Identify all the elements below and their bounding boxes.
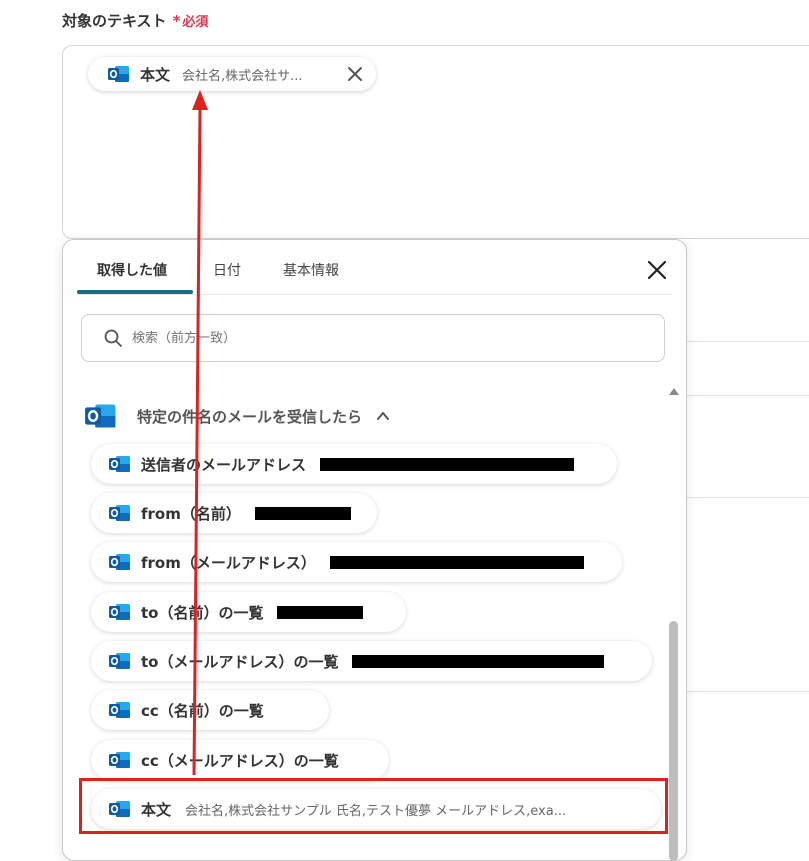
group-title: 特定の件名のメールを受信したら xyxy=(137,407,363,426)
scroll-up-arrow[interactable] xyxy=(669,388,679,395)
search-input[interactable] xyxy=(130,329,614,347)
item-label: to（名前）の一覧 xyxy=(141,603,264,622)
list-item[interactable]: cc（メールアドレス）の一覧 xyxy=(91,740,389,780)
list-item[interactable]: to（メールアドレス）の一覧 xyxy=(91,641,652,681)
list-item[interactable]: from（メールアドレス） xyxy=(91,542,622,582)
outlook-icon xyxy=(109,604,130,620)
inserted-value-chip[interactable]: 本文 会社名,株式会社サ... xyxy=(88,57,376,91)
outlook-icon xyxy=(85,404,116,428)
chip-label: 本文 xyxy=(140,65,171,84)
outlook-icon xyxy=(109,752,130,768)
list-item[interactable]: 送信者のメールアドレス xyxy=(91,444,617,484)
list-item[interactable]: from（名前） xyxy=(91,493,377,533)
field-label: 対象のテキスト * 必須 xyxy=(62,10,208,31)
redacted-value xyxy=(352,654,605,668)
scrollbar-thumb[interactable] xyxy=(669,621,678,860)
background-divider xyxy=(686,497,809,498)
search-icon xyxy=(104,329,122,347)
chip-value: 会社名,株式会社サ... xyxy=(182,68,303,84)
background-divider xyxy=(686,341,809,342)
outlook-icon xyxy=(109,554,130,570)
list-item[interactable]: cc（名前）の一覧 xyxy=(91,690,329,730)
chevron-up-icon xyxy=(377,412,390,420)
tab-bar: 取得した値 日付 基本情報 xyxy=(77,240,672,295)
tab-retrieved-values[interactable]: 取得した値 xyxy=(97,260,167,280)
required-star: * xyxy=(172,12,181,30)
redacted-value xyxy=(320,457,575,471)
required-badge: 必須 xyxy=(182,15,209,30)
tab-date[interactable]: 日付 xyxy=(213,260,241,280)
highlight-annotation-box xyxy=(79,778,668,834)
chip-remove-icon[interactable] xyxy=(346,65,364,83)
outlook-icon xyxy=(108,66,129,82)
tab-basic-info[interactable]: 基本情報 xyxy=(283,260,339,280)
field-label-text: 対象のテキスト xyxy=(62,12,167,30)
outlook-icon xyxy=(109,653,130,669)
outlook-icon xyxy=(109,702,130,718)
background-divider xyxy=(686,395,809,396)
redacted-value xyxy=(277,605,364,619)
outlook-icon xyxy=(109,456,130,472)
redacted-value xyxy=(254,506,351,520)
item-label: from（名前） xyxy=(141,504,241,523)
item-label: from（メールアドレス） xyxy=(141,553,316,572)
item-label: to（メールアドレス）の一覧 xyxy=(141,652,339,671)
search-field[interactable] xyxy=(81,314,665,362)
list-item[interactable]: to（名前）の一覧 xyxy=(91,592,406,632)
value-picker-popup: 取得した値 日付 基本情報 特定の件名のメールを受信したら 送信者のメールアドレ… xyxy=(62,239,687,861)
redacted-value xyxy=(329,555,584,569)
item-label: 送信者のメールアドレス xyxy=(141,455,307,474)
active-tab-indicator xyxy=(77,290,193,294)
item-label: cc（メールアドレス）の一覧 xyxy=(141,751,339,770)
group-header[interactable]: 特定の件名のメールを受信したら xyxy=(85,398,390,434)
item-label: cc（名前）の一覧 xyxy=(141,701,264,720)
background-divider xyxy=(686,691,809,692)
close-icon[interactable] xyxy=(647,260,667,280)
outlook-icon xyxy=(109,505,130,521)
